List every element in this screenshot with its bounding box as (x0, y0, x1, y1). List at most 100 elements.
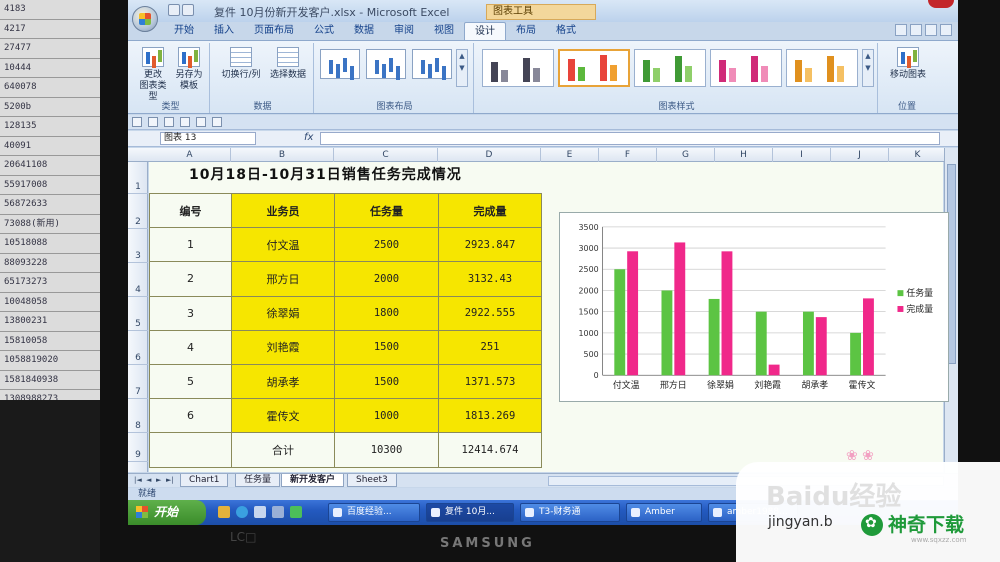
save-icon[interactable] (168, 4, 180, 16)
worksheet[interactable]: 10月18日-10月31日销售任务完成情况 编号 业务员 任务量 完成量 1 付文温 250… (149, 162, 949, 472)
next-sheet-icon[interactable]: ► (156, 476, 161, 484)
column-header[interactable]: E (541, 148, 599, 162)
chart-style-pink[interactable] (710, 49, 782, 87)
row-header[interactable]: 8 (128, 399, 148, 433)
table-cell[interactable]: 1 (149, 227, 232, 263)
bar-done[interactable] (863, 298, 874, 376)
table-cell[interactable]: 1000 (334, 398, 439, 434)
quicklaunch-ie-icon[interactable] (236, 506, 248, 518)
restore-icon[interactable] (925, 24, 937, 36)
table-cell[interactable] (149, 432, 232, 468)
ribbon-tab[interactable]: 公式 (304, 22, 344, 40)
office-button[interactable] (132, 6, 158, 32)
bar-task[interactable] (708, 298, 720, 376)
last-sheet-icon[interactable]: ►| (166, 476, 174, 484)
style-gallery-scroll[interactable]: ▲ ▼ (862, 49, 874, 87)
table-cell[interactable]: 1371.573 (438, 363, 542, 400)
window-close-button[interactable] (928, 0, 954, 8)
sheet-tab[interactable]: Chart1 (180, 474, 229, 487)
chart-layout-1[interactable] (320, 49, 360, 79)
table-cell[interactable]: 任务量 (334, 192, 439, 229)
quicklaunch-icon-3[interactable] (254, 506, 266, 518)
table-cell[interactable]: 业务员 (231, 192, 335, 229)
column-header[interactable]: B (231, 148, 334, 162)
bar-done[interactable] (815, 317, 827, 376)
ribbon-tab[interactable]: 页面布局 (244, 22, 304, 40)
column-header[interactable]: C (334, 148, 438, 162)
help-icon[interactable] (895, 24, 907, 36)
table-cell[interactable]: 1800 (334, 295, 439, 331)
row-header[interactable]: 5 (128, 297, 148, 331)
quicklaunch-icon-4[interactable] (272, 506, 284, 518)
table-cell[interactable]: 1813.269 (438, 398, 542, 434)
ribbon-tab[interactable]: 设计 (464, 22, 506, 40)
table-cell[interactable]: 12414.674 (438, 432, 542, 468)
chart-layout-2[interactable] (366, 49, 406, 79)
table-cell[interactable]: 5 (149, 363, 232, 400)
formula-input[interactable] (320, 132, 940, 145)
column-header[interactable]: D (438, 148, 541, 162)
table-cell[interactable]: 完成量 (438, 192, 542, 229)
table-cell[interactable]: 2922.555 (438, 295, 542, 331)
fx-icon[interactable]: fx (304, 132, 313, 143)
move-chart-button[interactable]: 移动图表 (886, 47, 930, 81)
chart-style-green[interactable] (634, 49, 706, 87)
bar-done[interactable] (674, 242, 686, 376)
bar-done[interactable] (768, 364, 780, 376)
layout-gallery-scroll[interactable]: ▲ ▼ (456, 49, 468, 87)
bar-done[interactable] (627, 251, 639, 376)
row-header[interactable]: 3 (128, 229, 148, 263)
table-cell[interactable]: 2500 (334, 227, 439, 263)
column-header[interactable]: F (599, 148, 657, 162)
table-cell[interactable]: 3132.43 (438, 261, 542, 297)
table-cell[interactable]: 2000 (334, 261, 439, 297)
row-header[interactable]: 1 (128, 162, 148, 194)
taskbar-task[interactable]: 百度经验... (328, 503, 420, 522)
column-header[interactable]: J (831, 148, 889, 162)
sheet-tab[interactable]: 任务量 (235, 474, 281, 487)
table-cell[interactable]: 6 (149, 398, 232, 434)
sheet-tab[interactable]: Sheet3 (347, 474, 397, 487)
bar-task[interactable] (614, 269, 626, 376)
save-as-template-button[interactable]: 另存为 模板 (172, 47, 206, 92)
print-icon[interactable] (180, 117, 190, 127)
ribbon-tab[interactable]: 插入 (204, 22, 244, 40)
preview-icon[interactable] (196, 117, 206, 127)
start-button[interactable]: 开始 (128, 500, 206, 525)
undo-icon[interactable] (148, 117, 158, 127)
first-sheet-icon[interactable]: |◄ (134, 476, 142, 484)
sheet-tab[interactable]: 新开发客户 (281, 474, 345, 487)
ribbon-tab[interactable]: 开始 (164, 22, 204, 40)
prev-sheet-icon[interactable]: ◄ (146, 476, 151, 484)
chart-style-multicolor[interactable] (558, 49, 630, 87)
row-header[interactable]: 4 (128, 263, 148, 297)
change-chart-type-button[interactable]: 更改 图表类型 (136, 47, 170, 103)
table-cell[interactable]: 付文温 (231, 227, 335, 263)
bar-task[interactable] (802, 311, 814, 376)
chart-style-dark[interactable] (482, 49, 554, 87)
table-cell[interactable]: 2923.847 (438, 227, 542, 263)
ribbon-tab[interactable]: 审阅 (384, 22, 424, 40)
chart-style-orange[interactable] (786, 49, 858, 87)
table-cell[interactable]: 霍传文 (231, 398, 335, 434)
bar-task[interactable] (661, 290, 673, 376)
taskbar-task[interactable]: Amber (626, 503, 702, 522)
table-cell[interactable]: 邢方日 (231, 261, 335, 297)
table-cell[interactable]: 胡承孝 (231, 363, 335, 400)
column-header[interactable]: G (657, 148, 715, 162)
bar-task[interactable] (755, 311, 767, 376)
customize-icon[interactable] (212, 117, 222, 127)
minimize-icon[interactable] (910, 24, 922, 36)
bar-done[interactable] (721, 251, 733, 376)
row-header[interactable]: 9 (128, 433, 148, 462)
table-cell[interactable]: 1500 (334, 363, 439, 400)
taskbar-task[interactable]: T3-财务通 (520, 503, 620, 522)
table-cell[interactable]: 251 (438, 329, 542, 365)
chart-layout-3[interactable] (412, 49, 452, 79)
ribbon-tab[interactable]: 视图 (424, 22, 464, 40)
table-cell[interactable]: 徐翠娟 (231, 295, 335, 331)
table-cell[interactable]: 合计 (231, 432, 335, 468)
table-cell[interactable]: 刘艳霞 (231, 329, 335, 365)
taskbar-task[interactable]: 复件 10月... (426, 503, 514, 522)
quicklaunch-icon-5[interactable] (290, 506, 302, 518)
